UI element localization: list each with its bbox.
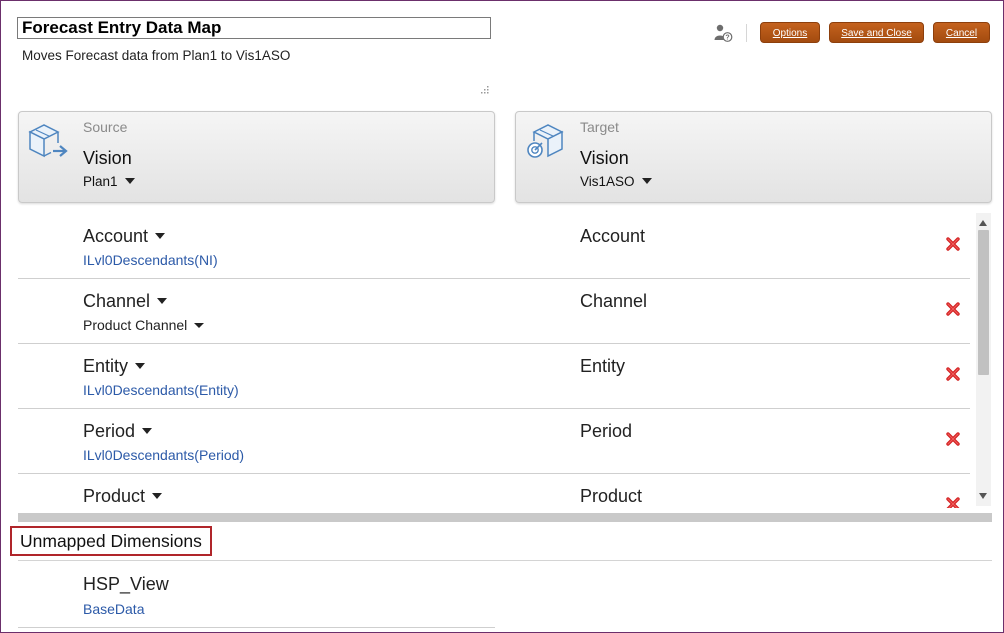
target-cube-dropdown[interactable]: Vis1ASO <box>580 174 652 189</box>
source-dimension-dropdown[interactable]: Channel <box>83 291 168 312</box>
source-member-label: Product Channel <box>83 317 188 333</box>
scrollbar-thumb[interactable] <box>978 230 989 375</box>
source-dimension-label: Account <box>83 226 149 246</box>
delete-icon[interactable] <box>946 367 960 381</box>
source-cube-value: Plan1 <box>83 174 118 189</box>
source-dimension-label: Channel <box>83 291 151 311</box>
source-dimension-dropdown[interactable]: Product <box>83 486 163 507</box>
target-dimension-label: Entity <box>580 356 626 376</box>
target-dimension-label: Channel <box>580 291 648 311</box>
source-dimension-dropdown[interactable]: Account <box>83 226 166 247</box>
source-member-link[interactable]: ILvl0Descendants(NI) <box>83 252 218 268</box>
mapping-row-account: Account ILvl0Descendants(NI) Account <box>18 213 970 279</box>
target-dimension-label: Product <box>580 486 643 506</box>
mapping-row-product: Product Product <box>18 473 970 508</box>
source-dimension-label: Period <box>83 421 136 441</box>
svg-text:?: ? <box>725 35 729 42</box>
user-help-icon[interactable]: ? <box>713 23 733 43</box>
cancel-button[interactable]: Cancel <box>933 22 990 43</box>
scroll-up-arrow-icon[interactable] <box>979 220 987 226</box>
source-dimension-dropdown[interactable]: Entity <box>83 356 146 377</box>
delete-icon[interactable] <box>946 497 960 508</box>
target-dimension-label: Account <box>580 226 646 246</box>
target-cube-icon <box>524 121 566 161</box>
source-card: Source Vision Plan1 <box>18 111 495 203</box>
options-button[interactable]: Options <box>760 22 820 43</box>
source-label: Source <box>83 119 128 135</box>
source-dimension-label: Product <box>83 486 146 506</box>
resize-grip-icon[interactable] <box>481 86 489 94</box>
delete-icon[interactable] <box>946 302 960 316</box>
unmapped-dimensions-heading: Unmapped Dimensions <box>10 526 212 556</box>
source-dimension-label: Entity <box>83 356 129 376</box>
chevron-down-icon <box>124 178 135 185</box>
source-cube-dropdown[interactable]: Plan1 <box>83 174 135 189</box>
chevron-down-icon <box>641 178 652 185</box>
scroll-down-arrow-icon[interactable] <box>979 493 987 499</box>
source-member-link[interactable]: ILvl0Descendants(Entity) <box>83 382 239 398</box>
target-app-name: Vision <box>580 148 629 168</box>
chevron-down-icon <box>142 428 153 435</box>
source-member-dropdown[interactable]: Product Channel <box>83 317 205 333</box>
source-app-name: Vision <box>83 148 132 168</box>
source-member-link[interactable]: ILvl0Descendants(Period) <box>83 447 244 463</box>
chevron-down-icon <box>194 322 205 328</box>
unmapped-member-link[interactable]: BaseData <box>83 601 144 617</box>
save-and-close-button[interactable]: Save and Close <box>829 22 924 43</box>
mapping-list: Account ILvl0Descendants(NI) Account Cha… <box>18 213 975 508</box>
section-divider-bar <box>18 513 992 522</box>
source-dimension-dropdown[interactable]: Period <box>83 421 153 442</box>
chevron-down-icon <box>152 493 163 500</box>
unmapped-dimension-label: HSP_View <box>83 574 169 594</box>
chevron-down-icon <box>155 233 166 240</box>
source-cube-icon <box>27 121 69 161</box>
target-cube-value: Vis1ASO <box>580 174 635 189</box>
delete-icon[interactable] <box>946 432 960 446</box>
title-input[interactable] <box>17 17 491 39</box>
mapping-row-channel: Channel Product Channel Channel <box>18 278 970 344</box>
target-dimension-label: Period <box>580 421 633 441</box>
description-text: Moves Forecast data from Plan1 to Vis1AS… <box>22 48 291 63</box>
chevron-down-icon <box>157 298 168 305</box>
chevron-down-icon <box>135 363 146 370</box>
delete-icon[interactable] <box>946 237 960 251</box>
vertical-scrollbar[interactable] <box>976 213 991 506</box>
target-card: Target Vision Vis1ASO <box>515 111 992 203</box>
target-label: Target <box>580 119 619 135</box>
mapping-row-period: Period ILvl0Descendants(Period) Period <box>18 408 970 474</box>
toolbar-separator <box>746 24 747 42</box>
mapping-row-entity: Entity ILvl0Descendants(Entity) Entity <box>18 343 970 409</box>
unmapped-row-hsp-view: HSP_View BaseData <box>18 561 495 628</box>
